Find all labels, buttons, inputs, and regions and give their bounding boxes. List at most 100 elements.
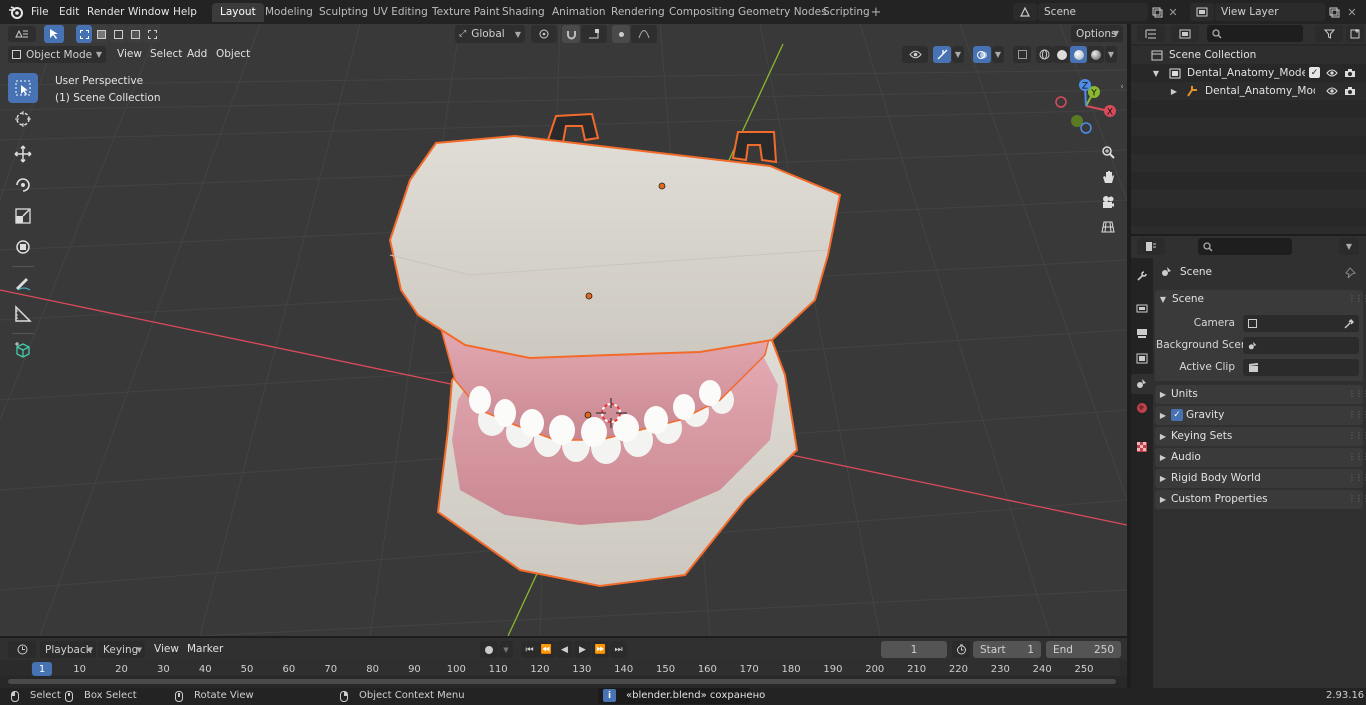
outliner-editor-type-button[interactable] <box>1137 25 1165 42</box>
exclude-checkbox[interactable]: ✓ <box>1309 67 1320 78</box>
visibility-eye-icon[interactable] <box>1325 84 1339 98</box>
properties-editor-type-button[interactable] <box>1137 238 1165 255</box>
tool-tab-icon[interactable] <box>1133 267 1151 285</box>
scene-tab-icon[interactable] <box>1131 374 1153 394</box>
properties-options-dropdown[interactable]: ▼ <box>1339 238 1359 255</box>
jump-end-button[interactable]: ⏭ <box>610 641 627 658</box>
auto-keying-toggle[interactable] <box>480 641 498 658</box>
select-mode-intersect-button[interactable] <box>127 25 143 43</box>
camera-view-icon[interactable] <box>1097 192 1119 212</box>
current-frame-field[interactable]: 1 <box>881 641 947 658</box>
options-dropdown[interactable]: Options ▼ <box>1071 25 1123 42</box>
tool-move[interactable] <box>8 139 38 169</box>
expand-arrow-icon[interactable]: ▶ <box>1169 84 1179 98</box>
tool-rotate[interactable] <box>8 170 38 200</box>
shading-solid-button[interactable] <box>1053 46 1070 63</box>
new-view-layer-icon[interactable] <box>1326 3 1342 21</box>
ortho-grid-icon[interactable] <box>1097 217 1119 237</box>
visibility-eye-icon[interactable] <box>1325 66 1339 80</box>
use-preview-range-toggle[interactable] <box>952 641 970 658</box>
transform-orientation-dropdown[interactable]: ⤢ Global ▼ <box>455 25 525 43</box>
xray-toggle[interactable] <box>1013 46 1031 63</box>
select-mode-subtract-button[interactable] <box>110 25 126 43</box>
proportional-edit-toggle[interactable] <box>612 25 630 43</box>
drag-handle-icon[interactable]: ⋮⋮⋮ <box>1348 494 1366 503</box>
viewport-menu-select[interactable]: Select <box>150 45 182 63</box>
tool-scale[interactable] <box>8 201 38 231</box>
eyedropper-icon[interactable] <box>1344 318 1354 329</box>
viewport-3d[interactable] <box>0 24 1127 636</box>
render-tab-icon[interactable] <box>1133 299 1151 317</box>
shading-dropdown[interactable]: ▼ <box>1105 46 1117 63</box>
mode-selector[interactable]: Object Mode ▼ <box>8 46 106 63</box>
gravity-checkbox[interactable]: ✓ <box>1171 409 1183 421</box>
active-clip-field[interactable] <box>1243 359 1359 376</box>
world-tab-icon[interactable] <box>1133 399 1151 417</box>
keying-menu[interactable]: Keying ▼ <box>98 641 145 658</box>
hand-pan-icon[interactable] <box>1097 167 1119 187</box>
timeline-menu-marker[interactable]: Marker <box>187 640 223 658</box>
tool-annotate[interactable] <box>8 268 38 298</box>
start-frame-field[interactable]: Start 1 <box>973 641 1041 658</box>
viewport-menu-view[interactable]: View <box>117 45 142 63</box>
play-button[interactable]: ▶ <box>574 641 591 658</box>
view-layer-tab-icon[interactable] <box>1133 349 1151 367</box>
tool-add-cube[interactable] <box>8 335 38 365</box>
shading-material-button[interactable] <box>1070 46 1087 63</box>
shading-rendered-button[interactable] <box>1087 46 1104 63</box>
timeline-menu-view[interactable]: View <box>154 640 179 658</box>
drag-handle-icon[interactable]: ⋮⋮⋮ <box>1348 410 1366 419</box>
visibility-dropdown[interactable] <box>902 46 928 63</box>
outliner-filter-button[interactable] <box>1315 25 1343 42</box>
sidebar-toggle-chevron-icon[interactable]: ‹ <box>1117 80 1127 94</box>
menu-file[interactable]: File <box>25 3 55 21</box>
drag-handle-icon[interactable]: ⋮⋮⋮ <box>1348 452 1366 461</box>
new-scene-icon[interactable] <box>1149 3 1165 21</box>
delete-view-layer-icon[interactable]: ✕ <box>1345 3 1359 21</box>
blender-logo-icon[interactable] <box>7 3 25 21</box>
texture-tab-icon[interactable] <box>1133 438 1151 456</box>
jump-start-button[interactable]: ⏮ <box>521 641 538 658</box>
playback-menu[interactable]: Playback ▼ <box>40 641 96 658</box>
view-layer-type-icon[interactable] <box>1190 3 1214 21</box>
tool-transform[interactable] <box>8 232 38 262</box>
new-collection-button[interactable] <box>1346 25 1364 42</box>
drag-handle-icon[interactable]: ⋮⋮⋮ <box>1348 389 1366 398</box>
timeline-editor-type-button[interactable] <box>8 641 36 658</box>
gizmo-dropdown[interactable]: ▼ <box>952 46 964 63</box>
navigation-gizmo[interactable]: X Y Z <box>1053 76 1123 136</box>
prev-keyframe-button[interactable]: ⏪ <box>538 641 555 658</box>
overlay-toggle[interactable] <box>973 46 991 63</box>
overlay-dropdown[interactable]: ▼ <box>992 46 1004 63</box>
next-keyframe-button[interactable]: ⏩ <box>592 641 609 658</box>
scene-name-field[interactable]: Scene <box>1038 3 1148 21</box>
timeline-scrollbar[interactable] <box>8 679 1116 684</box>
viewport-menu-add[interactable]: Add <box>187 45 207 63</box>
view-layer-field[interactable]: View Layer <box>1215 3 1325 21</box>
select-mode-set-button[interactable] <box>76 25 92 43</box>
select-tool-button[interactable] <box>44 25 64 43</box>
zoom-icon[interactable] <box>1097 142 1119 162</box>
tool-measure[interactable] <box>8 299 38 329</box>
tool-select-box[interactable] <box>8 73 38 103</box>
delete-scene-icon[interactable]: ✕ <box>1166 3 1180 21</box>
select-mode-invert-button[interactable] <box>144 25 160 43</box>
tab-layout[interactable]: Layout <box>212 3 264 22</box>
pivot-point-dropdown[interactable] <box>531 25 557 43</box>
menu-help[interactable]: Help <box>167 3 203 21</box>
add-workspace-icon[interactable]: + <box>868 4 884 20</box>
viewport-menu-object[interactable]: Object <box>216 45 250 63</box>
play-reverse-button[interactable]: ◀ <box>556 641 573 658</box>
render-camera-icon[interactable] <box>1343 84 1357 98</box>
camera-field[interactable] <box>1243 315 1359 332</box>
output-tab-icon[interactable] <box>1133 324 1151 342</box>
render-camera-icon[interactable] <box>1343 66 1357 80</box>
properties-search-field[interactable] <box>1198 238 1292 255</box>
keying-dropdown[interactable]: ▼ <box>499 641 513 658</box>
scene-type-icon[interactable] <box>1013 3 1037 21</box>
tool-cursor[interactable] <box>8 104 38 134</box>
select-mode-extend-button[interactable] <box>93 25 109 43</box>
snap-target-dropdown[interactable] <box>581 25 607 43</box>
editor-type-button[interactable] <box>8 26 36 42</box>
drag-handle-icon[interactable]: ⋮⋮⋮ <box>1348 473 1366 482</box>
